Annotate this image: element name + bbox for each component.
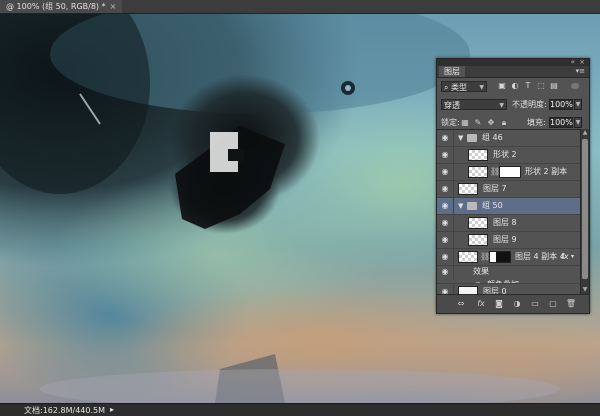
layer-thumbnail [468, 149, 488, 161]
folder-icon [467, 202, 477, 210]
lock-all-icon[interactable]: 🔒︎ [499, 118, 509, 127]
document-tab-title: @ 100% (组 50, RGB/8) * [6, 2, 106, 11]
lock-label: 锁定: [441, 118, 460, 127]
layer-name: 组 50 [482, 201, 503, 210]
fill-dropdown-icon[interactable]: ▼ [574, 117, 582, 128]
layers-list: ◉ ▼ 组 46 ◉ 形状 2 ◉ ⛓︎ 形状 2 副本 ◉ 图层 7 ◉ ▼ … [437, 129, 580, 295]
filter-kind-label: 类型 [451, 83, 468, 92]
add-mask-icon[interactable]: ◙ [493, 298, 505, 309]
visibility-eye-icon[interactable]: ◉ [440, 151, 450, 159]
layer-name: 形状 2 副本 [525, 167, 568, 176]
layer-name: 组 46 [482, 133, 503, 142]
chevron-down-icon: ▼ [499, 102, 504, 109]
shape-filter-icon[interactable]: ⬚ [536, 81, 546, 90]
layers-scrollbar[interactable]: ▲ ▼ [580, 129, 589, 294]
filter-toggle[interactable] [571, 83, 579, 89]
search-icon: ⌕ [444, 83, 452, 92]
scroll-thumb[interactable] [582, 139, 588, 279]
layer-thumbnail [458, 251, 478, 263]
smart-object-filter-icon[interactable]: ▤ [549, 81, 559, 90]
lock-transparency-icon[interactable]: ▦ [460, 118, 470, 127]
lock-image-icon[interactable]: ✎ [473, 118, 483, 127]
layer-thumbnail [468, 234, 488, 246]
panel-menu-icon[interactable]: ▾≡ [576, 66, 585, 77]
layer-row-group-50[interactable]: ◉ ▼ 组 50 [437, 198, 580, 215]
fx-icon[interactable]: fx [475, 298, 487, 309]
panel-footer-toolbar: ⇔ fx ◙ ◑ ▭ ▢ 🗑︎ [437, 294, 589, 313]
visibility-eye-icon[interactable]: ◉ [440, 168, 450, 176]
visibility-eye-icon[interactable]: ◉ [440, 219, 450, 227]
layers-panel: « × 图层 ▾≡ ⌕ 类型 ▼ ▣ ◐ T ⬚ ▤ 穿透 ▼ 不透明度: 100%… [436, 58, 590, 314]
layer-thumbnail [458, 183, 478, 195]
chevron-down-icon[interactable]: ▾ [571, 252, 574, 262]
layer-row-shape-2-copy[interactable]: ◉ ⛓︎ 形状 2 副本 [437, 164, 580, 181]
layer-row-layer-4-copy-4[interactable]: ◉ ⛓︎ 图层 4 副本 4 fx ▾ [437, 249, 580, 266]
opacity-input[interactable]: 100% [549, 99, 573, 110]
opacity-label: 不透明度: [512, 100, 547, 109]
visibility-eye-icon[interactable]: ◉ [440, 268, 450, 276]
folder-icon [467, 134, 477, 142]
visibility-eye-icon[interactable]: ◉ [440, 253, 450, 261]
blend-mode-value: 穿透 [444, 101, 460, 110]
document-tab-bar: @ 100% (组 50, RGB/8) * × [0, 0, 600, 14]
layer-name: 图层 7 [483, 184, 507, 193]
new-layer-icon[interactable]: ▢ [547, 298, 559, 309]
layer-row-layer-8[interactable]: ◉ 图层 8 [437, 215, 580, 232]
fx-icon[interactable]: fx [561, 252, 569, 262]
layer-row-layer-7[interactable]: ◉ 图层 7 [437, 181, 580, 198]
layer-thumbnail [468, 166, 488, 178]
lock-position-icon[interactable]: ✥ [486, 118, 496, 127]
layer-name: 图层 9 [493, 235, 517, 244]
close-tab-icon[interactable]: × [110, 2, 117, 11]
layer-name: 图层 4 副本 4 [515, 252, 565, 261]
layer-name: 形状 2 [493, 150, 517, 159]
delete-layer-icon[interactable]: 🗑︎ [565, 298, 577, 309]
document-tab[interactable]: @ 100% (组 50, RGB/8) * × [0, 0, 123, 13]
fill-label: 填充: [527, 118, 546, 127]
chevron-down-icon: ▼ [479, 84, 484, 91]
expand-arrow-icon[interactable]: ▼ [458, 202, 463, 210]
image-filter-icon[interactable]: ▣ [497, 81, 507, 90]
layer-name: 图层 8 [493, 218, 517, 227]
blend-mode-select[interactable]: 穿透 ▼ [441, 99, 507, 110]
adjustment-layer-icon[interactable]: ◑ [511, 298, 523, 309]
scroll-up-icon[interactable]: ▲ [581, 129, 589, 137]
effects-label: 效果 [473, 267, 489, 276]
panel-header-bar: « × [437, 58, 589, 66]
status-menu-arrow-icon[interactable]: ▸ [110, 405, 114, 414]
panel-tab-row: 图层 ▾≡ [437, 66, 589, 78]
link-layers-icon[interactable]: ⇔ [455, 298, 467, 309]
layer-row-layer-9[interactable]: ◉ 图层 9 [437, 232, 580, 249]
new-group-icon[interactable]: ▭ [529, 298, 541, 309]
visibility-eye-icon[interactable]: ◉ [440, 134, 450, 142]
tab-layers[interactable]: 图层 [439, 66, 465, 77]
adjustment-filter-icon[interactable]: ◐ [510, 81, 520, 90]
visibility-eye-icon[interactable]: ◉ [440, 236, 450, 244]
layer-row-group-46[interactable]: ◉ ▼ 组 46 [437, 130, 580, 147]
layer-mask-thumbnail[interactable] [499, 166, 521, 178]
opacity-dropdown-icon[interactable]: ▼ [574, 99, 582, 110]
status-bar: 文档:162.8M/440.5M ▸ [0, 403, 600, 416]
visibility-eye-icon[interactable]: ◉ [440, 185, 450, 193]
layer-filter-select[interactable]: ⌕ 类型 ▼ [441, 81, 487, 92]
effects-header-row[interactable]: ◉ 效果 [437, 266, 580, 279]
layer-thumbnail [468, 217, 488, 229]
scroll-down-icon[interactable]: ▼ [581, 286, 589, 294]
type-filter-icon[interactable]: T [523, 81, 533, 90]
layer-row-shape-2[interactable]: ◉ 形状 2 [437, 147, 580, 164]
layer-mask-thumbnail[interactable] [489, 251, 511, 263]
fill-input[interactable]: 100% [549, 117, 573, 128]
double-chevron-icon[interactable]: « × [571, 58, 586, 66]
visibility-eye-icon[interactable]: ◉ [440, 202, 450, 210]
document-size-info: 文档:162.8M/440.5M [24, 406, 105, 415]
expand-arrow-icon[interactable]: ▼ [458, 134, 463, 142]
